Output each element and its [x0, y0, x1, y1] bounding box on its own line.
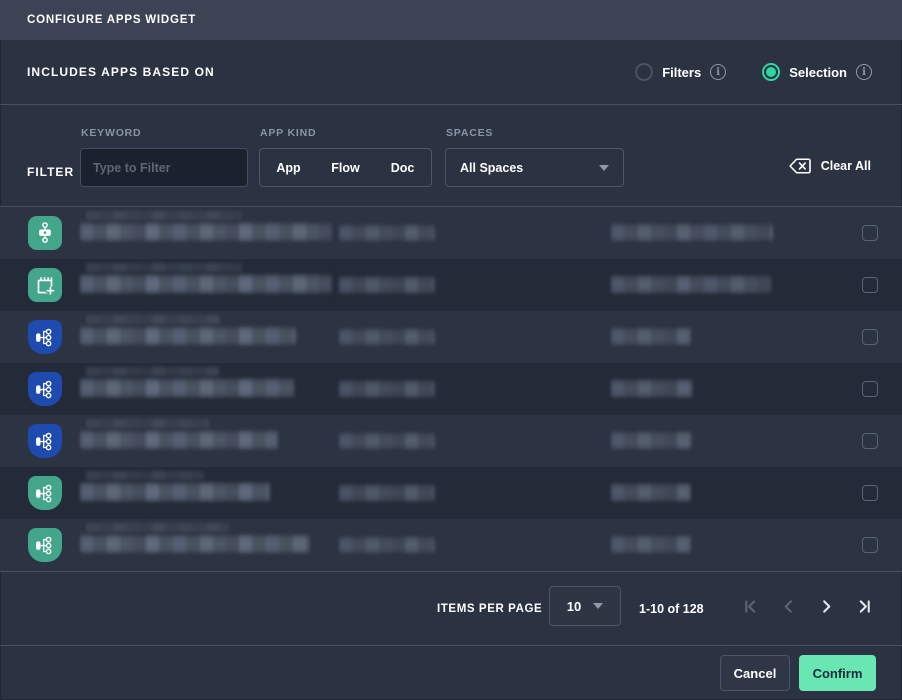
redacted-app-name: [80, 326, 296, 346]
items-per-page-label: ITEMS PER PAGE: [437, 603, 542, 615]
last-page-icon: [857, 599, 872, 614]
keyword-label: KEYWORD: [81, 127, 141, 139]
redacted-app-meta: [339, 224, 435, 242]
apps-table: [0, 206, 902, 571]
chevron-down-icon: [599, 165, 609, 171]
chevron-down-icon: [593, 603, 603, 609]
last-page-button[interactable]: [852, 594, 876, 618]
next-page-button[interactable]: [814, 594, 838, 618]
items-per-page-value: 10: [567, 599, 581, 614]
table-row[interactable]: [0, 311, 902, 363]
table-row[interactable]: [0, 519, 902, 571]
row-checkbox[interactable]: [862, 329, 878, 345]
redacted-app-space: [611, 431, 692, 450]
radio-filters-label: Filters: [662, 65, 701, 80]
redacted-app-name: [80, 222, 332, 242]
redacted-app-name: [80, 430, 278, 450]
automation-icon: [28, 216, 62, 250]
radio-circle-icon[interactable]: [635, 63, 653, 81]
app-kind-option-flow[interactable]: Flow: [317, 161, 374, 175]
dialog-title: CONFIGURE APPS WIDGET: [27, 14, 196, 26]
first-page-icon: [743, 599, 758, 614]
chevron-left-icon: [781, 599, 796, 614]
row-checkbox[interactable]: [862, 225, 878, 241]
info-icon[interactable]: [710, 64, 726, 80]
filter-label: FILTER: [27, 165, 74, 179]
flow-icon: [28, 424, 62, 458]
chevron-right-icon: [819, 599, 834, 614]
flow-icon: [28, 528, 62, 562]
flow-icon: [28, 476, 62, 510]
radio-selection[interactable]: Selection: [762, 63, 872, 81]
row-checkbox[interactable]: [862, 537, 878, 553]
table-row[interactable]: [0, 467, 902, 519]
row-checkbox[interactable]: [862, 277, 878, 293]
redacted-app-meta: [339, 432, 435, 450]
redacted-app-name: [80, 378, 294, 398]
redacted-app-space: [611, 379, 693, 398]
info-icon[interactable]: [856, 64, 872, 80]
redacted-app-name: [80, 482, 270, 502]
first-page-button[interactable]: [738, 594, 762, 618]
pagination-bar: ITEMS PER PAGE 10 1-10 of 128: [0, 571, 902, 645]
redacted-app-meta: [339, 380, 435, 398]
app-kind-option-app[interactable]: App: [260, 161, 317, 175]
table-row[interactable]: [0, 415, 902, 467]
backspace-clear-icon: [788, 157, 812, 175]
app-kind-group: App Flow Doc: [259, 148, 432, 187]
table-row[interactable]: [0, 363, 902, 415]
row-checkbox[interactable]: [862, 433, 878, 449]
spaces-label: SPACES: [446, 127, 493, 139]
redacted-app-space: [611, 327, 691, 346]
flow-icon: [28, 372, 62, 406]
redacted-app-meta: [339, 276, 435, 294]
filter-section: FILTER KEYWORD APP KIND App Flow Doc SPA…: [0, 104, 902, 206]
redacted-app-space: [611, 275, 771, 294]
row-checkbox[interactable]: [862, 381, 878, 397]
app-kind-option-doc[interactable]: Doc: [374, 161, 431, 175]
redacted-app-name: [80, 534, 310, 554]
table-row[interactable]: [0, 207, 902, 259]
redacted-app-meta: [339, 536, 435, 554]
keyword-input[interactable]: [80, 148, 248, 187]
flow-icon: [28, 320, 62, 354]
confirm-button[interactable]: Confirm: [799, 655, 876, 691]
dialog-footer: Cancel Confirm: [0, 645, 902, 700]
redacted-app-meta: [339, 328, 435, 346]
cancel-button[interactable]: Cancel: [720, 655, 790, 691]
clear-all-label: Clear All: [821, 159, 871, 173]
radio-selection-label: Selection: [789, 65, 847, 80]
includes-section: INCLUDES APPS BASED ON Filters Selection: [0, 40, 902, 104]
redacted-app-space: [611, 483, 691, 502]
previous-page-button[interactable]: [776, 594, 800, 618]
spaces-dropdown[interactable]: All Spaces: [445, 148, 624, 187]
mode-radio-group: Filters Selection: [635, 63, 872, 81]
clear-all-button[interactable]: Clear All: [788, 157, 871, 175]
redacted-app-space: [611, 223, 773, 242]
items-per-page-dropdown[interactable]: 10: [549, 586, 621, 626]
table-row[interactable]: [0, 259, 902, 311]
spaces-value: All Spaces: [460, 161, 523, 175]
redacted-app-meta: [339, 484, 435, 502]
radio-filters[interactable]: Filters: [635, 63, 726, 81]
dialog-titlebar: CONFIGURE APPS WIDGET: [0, 0, 902, 40]
row-checkbox[interactable]: [862, 485, 878, 501]
pagination-nav: [738, 594, 876, 618]
radio-circle-icon[interactable]: [762, 63, 780, 81]
app-kind-label: APP KIND: [260, 127, 316, 139]
includes-label: INCLUDES APPS BASED ON: [27, 65, 215, 79]
redacted-app-name: [80, 274, 332, 294]
calendar-add-icon: [28, 268, 62, 302]
configure-apps-widget-dialog: CONFIGURE APPS WIDGET INCLUDES APPS BASE…: [0, 0, 902, 700]
page-range-text: 1-10 of 128: [639, 602, 704, 616]
redacted-app-space: [611, 535, 691, 554]
